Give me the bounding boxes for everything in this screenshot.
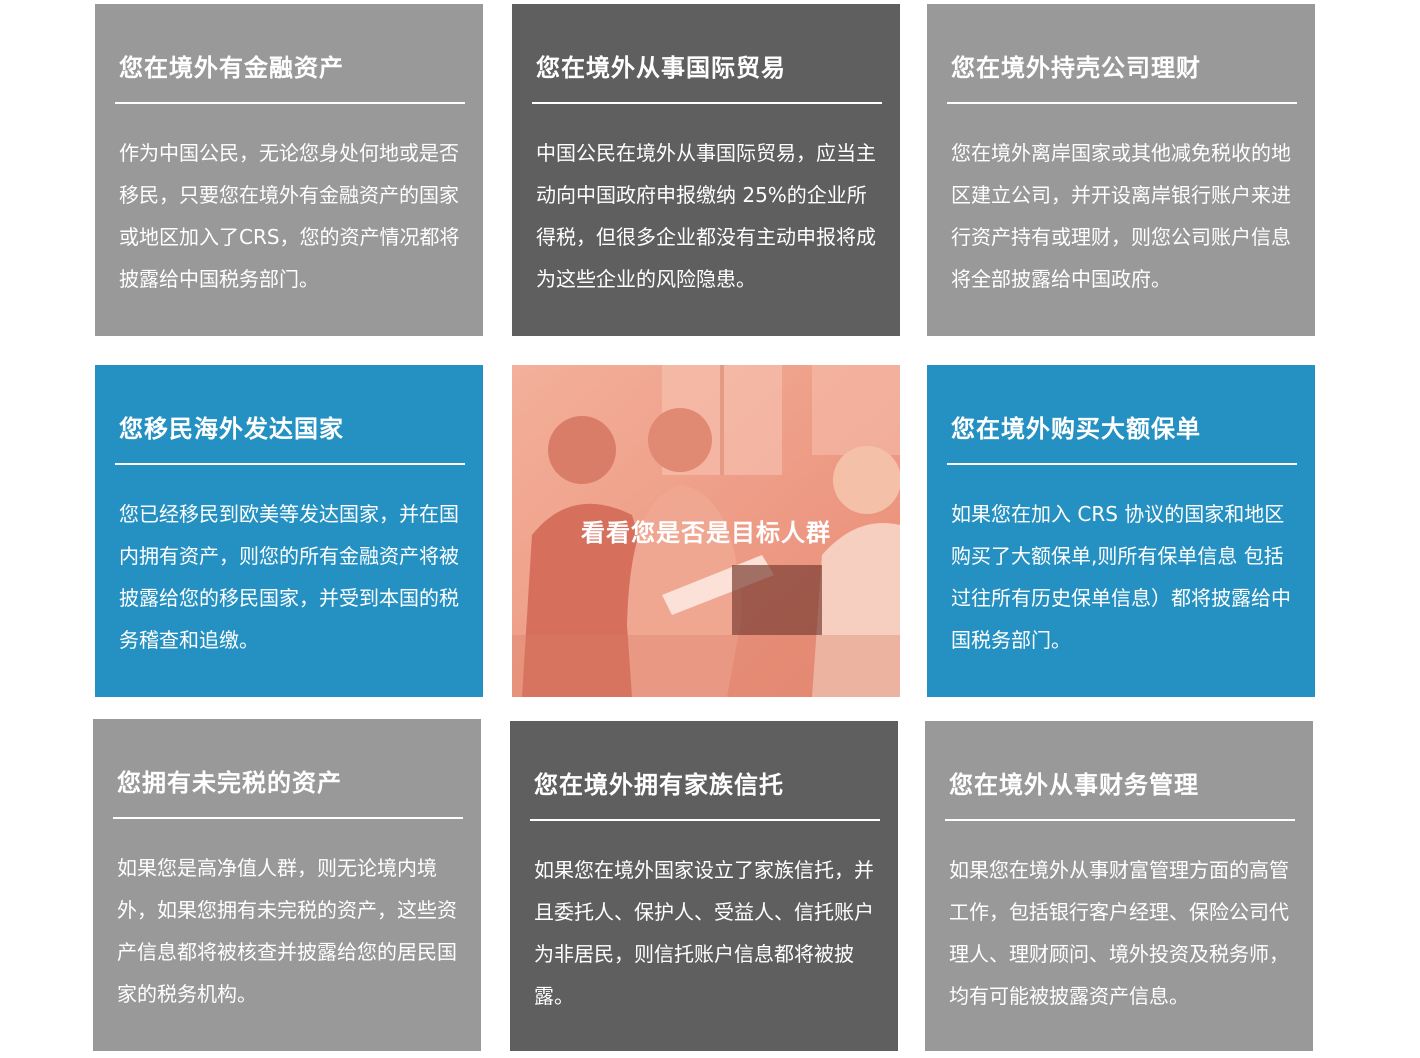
target-group-photo: 看看您是否是目标人群 bbox=[512, 365, 900, 697]
card-title: 您拥有未完税的资产 bbox=[117, 769, 342, 797]
card-title: 您移民海外发达国家 bbox=[119, 415, 344, 443]
card-body: 如果您在境外国家设立了家族信托，并且委托人、保护人、受益人、信托账户为非居民，则… bbox=[534, 858, 874, 1008]
divider bbox=[945, 819, 1295, 821]
divider bbox=[532, 102, 882, 104]
card-untaxed-assets: 您拥有未完税的资产 如果您是高净值人群，则无论境内境外，如果您拥有未完税的资产，… bbox=[93, 719, 481, 1051]
card-body: 您在境外离岸国家或其他减免税收的地区建立公司，并开设离岸银行账户来进行资产持有或… bbox=[951, 141, 1291, 291]
photo-caption: 看看您是否是目标人群 bbox=[581, 519, 831, 547]
card-body: 您已经移民到欧美等发达国家，并在国内拥有资产，则您的所有金融资产将被披露给您的移… bbox=[119, 502, 459, 652]
card-large-insurance: 您在境外购买大额保单 如果您在加入 CRS 协议的国家和地区购买了大额保单,则所… bbox=[927, 365, 1315, 697]
card-title: 您在境外拥有家族信托 bbox=[534, 771, 784, 799]
card-financial-assets: 您在境外有金融资产 作为中国公民，无论您身处何地或是否移民，只要您在境外有金融资… bbox=[95, 4, 483, 336]
card-title: 您在境外购买大额保单 bbox=[951, 415, 1201, 443]
card-family-trust: 您在境外拥有家族信托 如果您在境外国家设立了家族信托，并且委托人、保护人、受益人… bbox=[510, 721, 898, 1051]
card-international-trade: 您在境外从事国际贸易 中国公民在境外从事国际贸易，应当主动向中国政府申报缴纳 2… bbox=[512, 4, 900, 336]
card-title: 您在境外从事国际贸易 bbox=[536, 54, 786, 82]
divider bbox=[113, 817, 463, 819]
card-title: 您在境外有金融资产 bbox=[119, 54, 344, 82]
divider bbox=[530, 819, 880, 821]
card-shell-company: 您在境外持壳公司理财 您在境外离岸国家或其他减免税收的地区建立公司，并开设离岸银… bbox=[927, 4, 1315, 336]
card-body: 如果您在境外从事财富管理方面的高管工作，包括银行客户经理、保险公司代理人、理财顾… bbox=[949, 858, 1289, 1008]
card-wealth-management: 您在境外从事财务管理 如果您在境外从事财富管理方面的高管工作，包括银行客户经理、… bbox=[925, 721, 1313, 1051]
card-body: 作为中国公民，无论您身处何地或是否移民，只要您在境外有金融资产的国家或地区加入了… bbox=[119, 141, 460, 291]
card-emigration: 您移民海外发达国家 您已经移民到欧美等发达国家，并在国内拥有资产，则您的所有金融… bbox=[95, 365, 483, 697]
card-body: 中国公民在境外从事国际贸易，应当主动向中国政府申报缴纳 25%的企业所得税，但很… bbox=[536, 141, 876, 291]
card-body: 如果您是高净值人群，则无论境内境外，如果您拥有未完税的资产，这些资产信息都将被核… bbox=[117, 856, 457, 1006]
card-body: 如果您在加入 CRS 协议的国家和地区购买了大额保单,则所有保单信息 包括过往所… bbox=[951, 502, 1291, 652]
divider bbox=[115, 463, 465, 465]
card-title: 您在境外持壳公司理财 bbox=[951, 54, 1201, 82]
divider bbox=[947, 463, 1297, 465]
divider bbox=[947, 102, 1297, 104]
divider bbox=[115, 102, 465, 104]
card-title: 您在境外从事财务管理 bbox=[949, 771, 1199, 799]
